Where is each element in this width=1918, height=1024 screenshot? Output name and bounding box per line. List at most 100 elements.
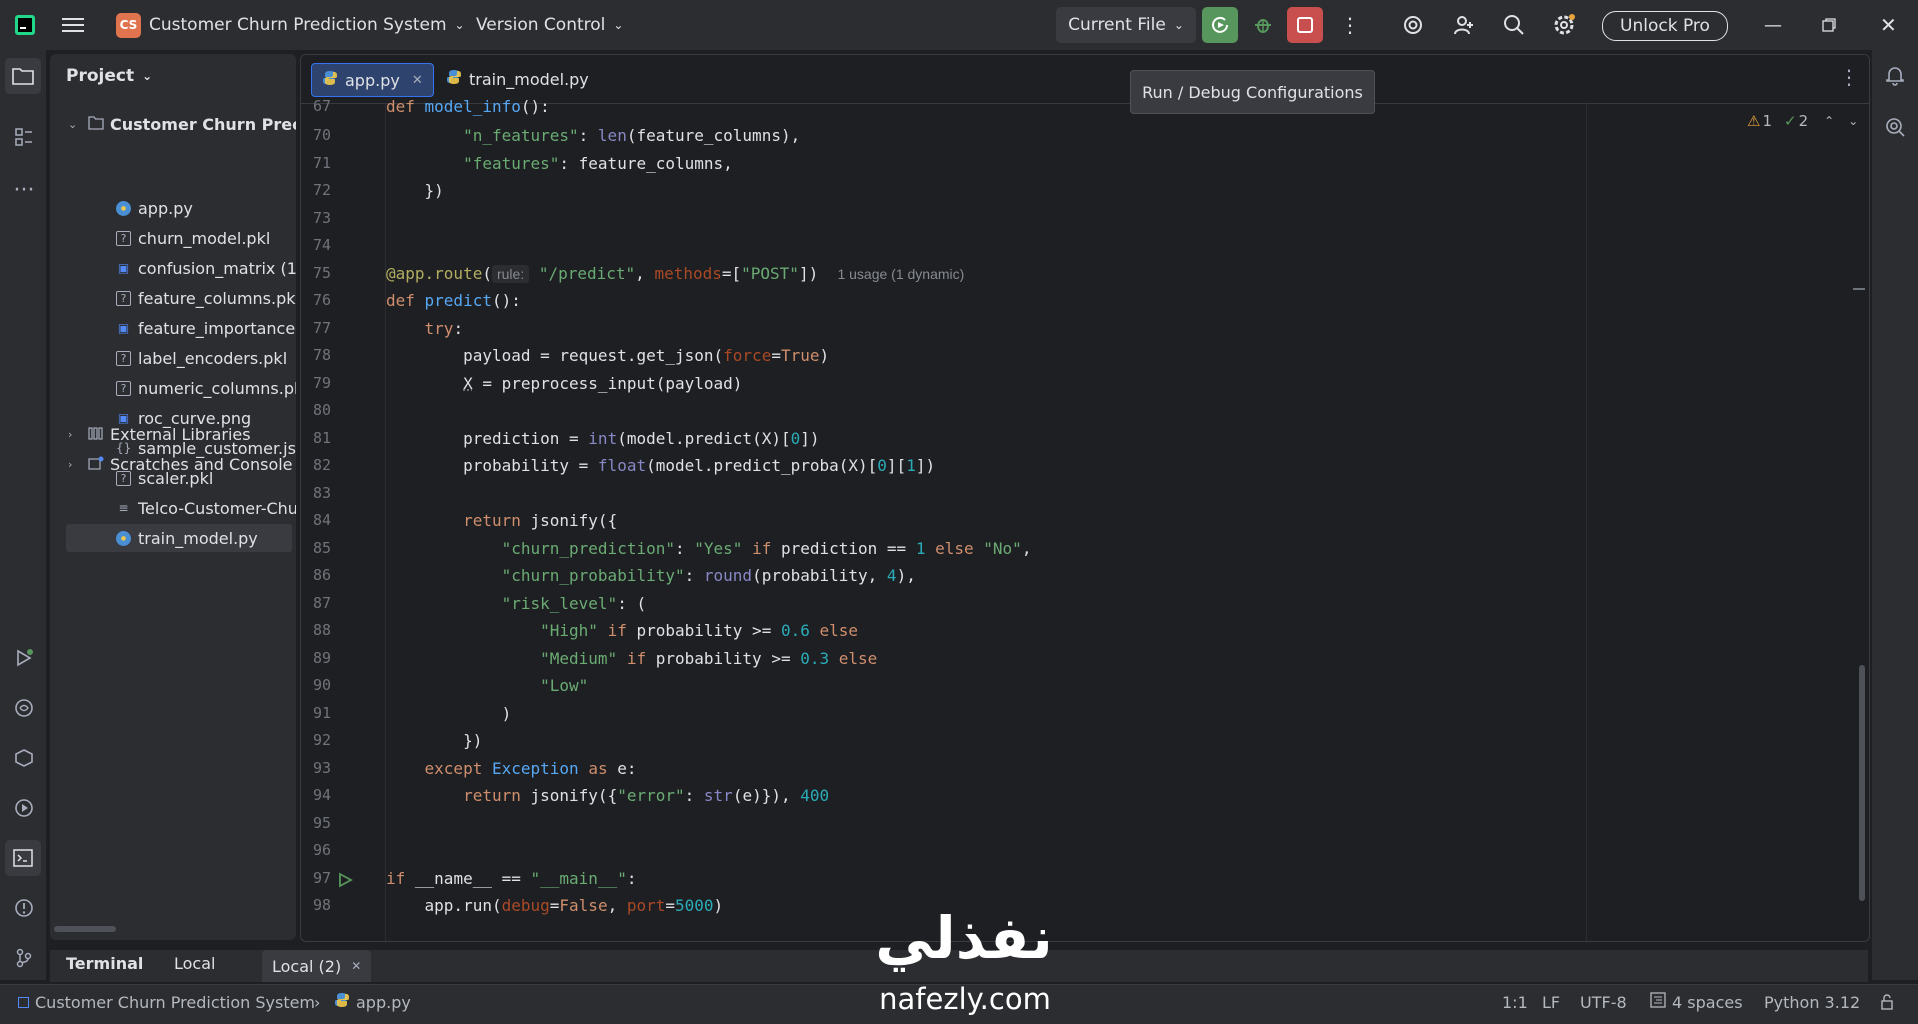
run-gutter-icon[interactable] bbox=[337, 872, 353, 892]
code-line-90[interactable]: "Low" bbox=[301, 676, 1869, 702]
watermark-logo: نفذلي nafezly.com bbox=[840, 900, 1080, 1023]
close-window-icon[interactable]: ✕ bbox=[1880, 0, 1897, 50]
line-separator[interactable]: LF bbox=[1542, 985, 1560, 1019]
tree-file-item[interactable]: ? feature_columns.pkl bbox=[50, 284, 296, 312]
tree-root-folder[interactable]: ⌄ Customer Churn Prec bbox=[50, 110, 296, 138]
terminal-local-tab[interactable]: Local bbox=[174, 954, 215, 973]
code-line-77[interactable]: try: bbox=[301, 319, 1869, 345]
version-control-menu[interactable]: Version Control ⌄ bbox=[476, 0, 623, 50]
restore-icon[interactable] bbox=[1822, 0, 1836, 50]
line-number[interactable]: 74 bbox=[301, 236, 331, 254]
code-line-91[interactable]: ) bbox=[301, 704, 1869, 730]
unknown-file-icon: ? bbox=[116, 381, 131, 396]
chevron-down-icon: ⌄ bbox=[613, 18, 623, 32]
line-number[interactable]: 73 bbox=[301, 209, 331, 227]
editor-scrollbar[interactable] bbox=[1859, 665, 1865, 901]
code-line-84[interactable]: return jsonify({ bbox=[301, 511, 1869, 537]
tree-file-item[interactable]: ● app.py bbox=[50, 194, 296, 222]
project-panel-title[interactable]: Project ⌄ bbox=[66, 66, 152, 86]
line-number[interactable]: 83 bbox=[301, 484, 331, 502]
code-line-98[interactable]: app.run(debug=False, port=5000) bbox=[301, 896, 1869, 922]
debug-button[interactable] bbox=[1248, 0, 1278, 50]
tree-file-item[interactable]: ≡ Telco-Customer-Chu bbox=[50, 494, 296, 522]
close-tab-icon[interactable]: ✕ bbox=[412, 73, 423, 88]
code-line-76[interactable]: def predict(): bbox=[301, 291, 1869, 317]
tree-file-item[interactable]: ? churn_model.pkl bbox=[50, 224, 296, 252]
chevron-down-icon: ⌄ bbox=[1174, 18, 1184, 32]
code-line-88[interactable]: "High" if probability >= 0.6 else bbox=[301, 621, 1869, 647]
code-line-89[interactable]: "Medium" if probability >= 0.3 else bbox=[301, 649, 1869, 675]
code-line-94[interactable]: return jsonify({"error": str(e)}), 400 bbox=[301, 786, 1869, 812]
project-switcher[interactable]: CS Customer Churn Prediction System ⌄ bbox=[116, 0, 465, 50]
main-menu-icon[interactable] bbox=[62, 0, 84, 50]
add-user-icon[interactable] bbox=[1453, 0, 1475, 50]
tab-app-py-label: app.py bbox=[345, 71, 400, 90]
more-tools-icon[interactable]: ··· bbox=[10, 176, 38, 204]
more-actions-icon[interactable]: ⋮ bbox=[1340, 0, 1360, 50]
code-line-75[interactable]: @app.route(rule: "/predict", methods=["P… bbox=[301, 264, 1869, 290]
structure-tool-icon[interactable] bbox=[10, 123, 38, 151]
tab-app-py[interactable]: app.py ✕ bbox=[311, 63, 434, 97]
project-scrollbar[interactable] bbox=[54, 926, 116, 932]
ai-assistant-icon[interactable] bbox=[1402, 0, 1424, 50]
services-icon[interactable] bbox=[10, 794, 38, 822]
code-line-92[interactable]: }) bbox=[301, 731, 1869, 757]
terminal-tool-icon[interactable] bbox=[5, 840, 41, 876]
git-icon[interactable] bbox=[10, 944, 38, 972]
python-packages-icon[interactable] bbox=[10, 744, 38, 772]
caret-position[interactable]: 1:1 bbox=[1502, 985, 1528, 1019]
tree-file-item[interactable]: ▣ confusion_matrix (1) bbox=[50, 254, 296, 282]
status-breadcrumb-project[interactable]: Customer Churn Prediction System bbox=[18, 985, 315, 1019]
code-line-85[interactable]: "churn_prediction": "Yes" if prediction … bbox=[301, 539, 1869, 565]
unlock-pro-button[interactable]: Unlock Pro bbox=[1602, 11, 1728, 41]
project-tool-icon[interactable] bbox=[5, 58, 41, 94]
problems-icon[interactable] bbox=[10, 894, 38, 922]
code-line-79[interactable]: X = preprocess_input(payload) bbox=[301, 374, 1869, 400]
notifications-icon[interactable] bbox=[1884, 64, 1906, 90]
python-console-icon[interactable] bbox=[10, 694, 38, 722]
code-line-97[interactable]: if __name__ == "__main__": bbox=[301, 869, 1869, 895]
indent-settings[interactable]: 4 spaces bbox=[1650, 985, 1743, 1019]
usage-hint[interactable]: 1 usage (1 dynamic) bbox=[837, 266, 964, 282]
search-icon[interactable] bbox=[1503, 0, 1525, 50]
run-tool-icon[interactable] bbox=[10, 644, 38, 672]
line-number[interactable]: 80 bbox=[301, 401, 331, 419]
code-line-67[interactable]: def model_info(): bbox=[301, 97, 1869, 123]
rerun-button[interactable] bbox=[1202, 7, 1238, 43]
tree-file-item[interactable]: ? label_encoders.pkl bbox=[50, 344, 296, 372]
code-line-72[interactable]: }) bbox=[301, 181, 1869, 207]
tab-options-icon[interactable]: ⋮ bbox=[1839, 65, 1859, 89]
code-line-86[interactable]: "churn_probability": round(probability, … bbox=[301, 566, 1869, 592]
close-tab-icon[interactable]: ✕ bbox=[351, 959, 361, 973]
code-line-87[interactable]: "risk_level": ( bbox=[301, 594, 1869, 620]
app-logo[interactable] bbox=[14, 0, 36, 50]
tree-file-item[interactable]: ● train_model.py bbox=[66, 524, 292, 552]
code-line-71[interactable]: "features": feature_columns, bbox=[301, 154, 1869, 180]
line-number[interactable]: 96 bbox=[301, 841, 331, 859]
code-line-70[interactable]: "n_features": len(feature_columns), bbox=[301, 126, 1869, 152]
code-line-78[interactable]: payload = request.get_json(force=True) bbox=[301, 346, 1869, 372]
line-number[interactable]: 95 bbox=[301, 814, 331, 832]
terminal-tab[interactable]: Terminal bbox=[66, 954, 143, 973]
readonly-lock-icon[interactable] bbox=[1880, 985, 1894, 1019]
tree-file-item[interactable]: ▣ feature_importance bbox=[50, 314, 296, 342]
tree-external-libraries[interactable]: › External Libraries bbox=[50, 420, 296, 448]
minimize-icon[interactable]: — bbox=[1764, 0, 1782, 50]
settings-gear-icon[interactable] bbox=[1552, 0, 1576, 50]
code-line-81[interactable]: prediction = int(model.predict(X)[0]) bbox=[301, 429, 1869, 455]
tree-file-item[interactable]: ? numeric_columns.pk bbox=[50, 374, 296, 402]
terminal-local2-tab[interactable]: Local (2) ✕ bbox=[262, 950, 371, 982]
stop-button[interactable] bbox=[1287, 7, 1323, 43]
python-interpreter[interactable]: Python 3.12 bbox=[1764, 985, 1860, 1019]
status-breadcrumb-file[interactable]: app.py bbox=[334, 985, 411, 1019]
code-line-82[interactable]: probability = float(model.predict_proba(… bbox=[301, 456, 1869, 482]
image-file-icon: ▣ bbox=[116, 321, 131, 336]
tab-train-model-py[interactable]: train_model.py bbox=[436, 63, 599, 95]
file-encoding[interactable]: UTF-8 bbox=[1580, 985, 1627, 1019]
run-config-selector[interactable]: Current File ⌄ bbox=[1056, 7, 1196, 43]
scrollbar-marker bbox=[1853, 288, 1865, 290]
indent-icon bbox=[1650, 992, 1666, 1012]
code-line-93[interactable]: except Exception as e: bbox=[301, 759, 1869, 785]
tree-scratches[interactable]: › Scratches and Console bbox=[50, 450, 296, 478]
ai-chat-icon[interactable] bbox=[1884, 116, 1906, 142]
